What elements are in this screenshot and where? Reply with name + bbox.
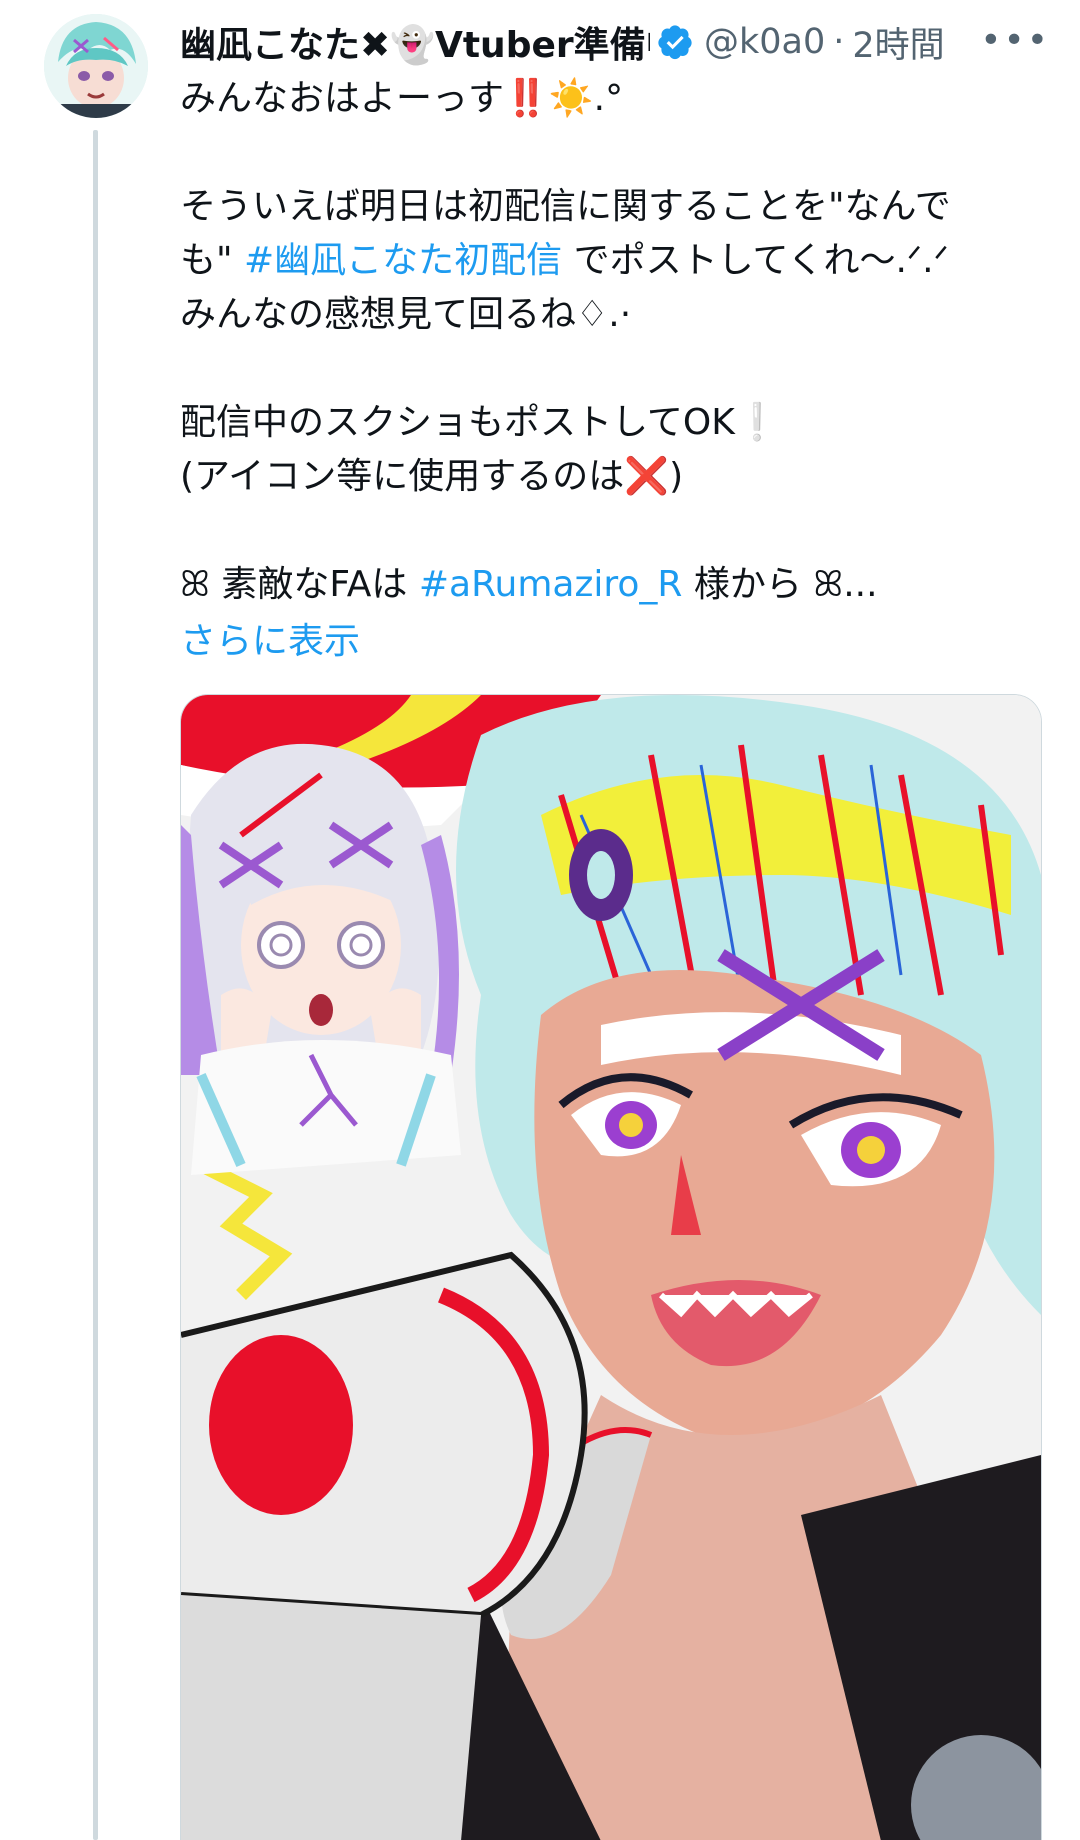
show-more-link[interactable]: さらに表示	[180, 612, 360, 664]
text-segment: 配信中のスクショもポストしてOK	[180, 402, 735, 443]
verified-badge-icon	[658, 25, 692, 60]
timestamp[interactable]: 2時間	[852, 17, 944, 68]
text-line: (アイコン等に使用するのは❌)	[180, 450, 1040, 504]
text-segment: .°	[593, 78, 624, 119]
text-segment: でポストしてくれ〜.ᐟ.ᐟ	[562, 240, 949, 281]
text-line: も" #幽凪こなた初配信 でポストしてくれ〜.ᐟ.ᐟ	[180, 234, 1040, 288]
text-segment: そういえば明日は初配信に関することを"なんで	[180, 186, 951, 227]
text-segment: )	[669, 456, 684, 497]
avatar[interactable]	[44, 14, 148, 118]
text-segment: ♢.·	[576, 294, 632, 335]
display-name[interactable]: 幽凪こなた✖👻Vtuber準備中	[180, 16, 650, 68]
text-line: ꕤ 素敵なFAは #aRumaziro_R 様から ꕤ...	[180, 558, 1040, 612]
handle[interactable]: @k0a0	[704, 22, 825, 62]
text-line: そういえば明日は初配信に関することを"なんで	[180, 180, 1040, 234]
text-line: みんなの感想見て回るね♢.·	[180, 288, 1040, 342]
fanart-illustration	[181, 695, 1041, 1840]
sun-icon: ☀️	[548, 78, 594, 119]
text-line: みんなおはよーっす‼️☀️.°	[180, 72, 1040, 126]
text-segment: (アイコン等に使用するのは	[180, 456, 625, 497]
separator-dot: ·	[833, 22, 845, 62]
tweet-media-image[interactable]	[180, 694, 1042, 1840]
hashtag-link[interactable]: #幽凪こなた初配信	[244, 240, 562, 281]
text-line: 配信中のスクショもポストしてOK❕	[180, 396, 1040, 450]
tweet-text: みんなおはよーっす‼️☀️.° そういえば明日は初配信に関することを"なんで も…	[180, 72, 1040, 612]
tweet[interactable]: 幽凪こなた✖👻Vtuber準備中 @k0a0 · 2時間 ••• みんなおはよー…	[0, 0, 1080, 1840]
cross-mark-icon: ❌	[624, 456, 670, 497]
more-options-icon[interactable]: •••	[980, 20, 1050, 61]
double-exclamation-icon: ‼️	[504, 78, 549, 119]
tweet-header: 幽凪こなた✖👻Vtuber準備中 @k0a0 · 2時間 •••	[180, 14, 1050, 70]
text-segment: みんなおはよーっす	[180, 78, 505, 119]
avatar-image	[44, 14, 148, 118]
text-segment: も"	[180, 240, 245, 281]
hashtag-link[interactable]: #aRumaziro_R	[419, 564, 683, 605]
exclamation-icon: ❕	[734, 402, 780, 443]
text-segment: 様から ꕤ...	[682, 564, 878, 605]
text-segment: みんなの感想見て回るね	[180, 294, 577, 335]
thread-line	[93, 130, 98, 1840]
text-segment: ꕤ 素敵なFAは	[180, 564, 419, 605]
